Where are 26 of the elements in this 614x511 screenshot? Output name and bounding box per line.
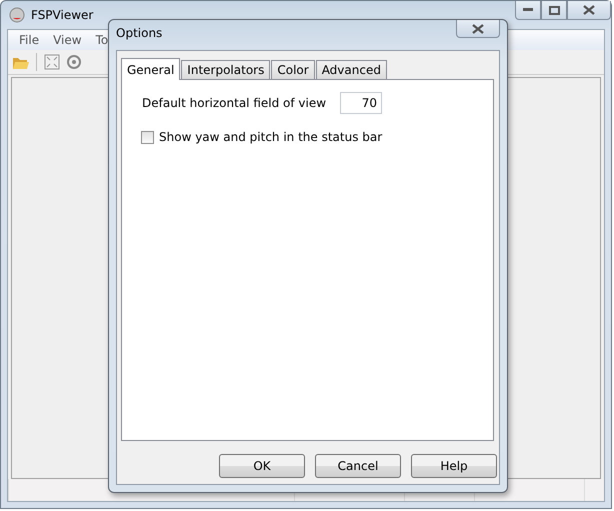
checkbox[interactable]: [141, 130, 154, 144]
close-button[interactable]: [567, 1, 611, 20]
minimize-button[interactable]: [515, 1, 541, 20]
window-title: FSPViewer: [31, 8, 94, 22]
close-icon: [582, 5, 596, 15]
dialog-button[interactable]: Cancel: [315, 454, 401, 478]
tab[interactable]: Advanced: [316, 60, 387, 79]
separator-icon: [36, 53, 38, 71]
menu-item[interactable]: File: [12, 33, 46, 47]
close-button[interactable]: [456, 20, 500, 38]
checkbox-label: Show yaw and pitch in the status bar: [159, 130, 382, 144]
field-label: Default horizontal field of view: [142, 96, 326, 110]
dialog-title: Options: [116, 26, 162, 40]
target-icon[interactable]: [66, 54, 82, 70]
tab[interactable]: Color: [271, 60, 315, 79]
tab[interactable]: General: [121, 58, 180, 80]
dialog-button[interactable]: Help: [411, 454, 497, 478]
menu-item[interactable]: View: [46, 33, 89, 47]
maximize-icon: [548, 6, 560, 14]
maximize-button[interactable]: [541, 1, 567, 20]
minimize-icon: [523, 8, 533, 12]
close-icon: [471, 24, 485, 34]
dialog-button[interactable]: OK: [219, 454, 305, 478]
input-field[interactable]: 70: [340, 92, 382, 114]
app-icon: [9, 7, 25, 23]
tab[interactable]: Interpolators: [181, 60, 270, 79]
